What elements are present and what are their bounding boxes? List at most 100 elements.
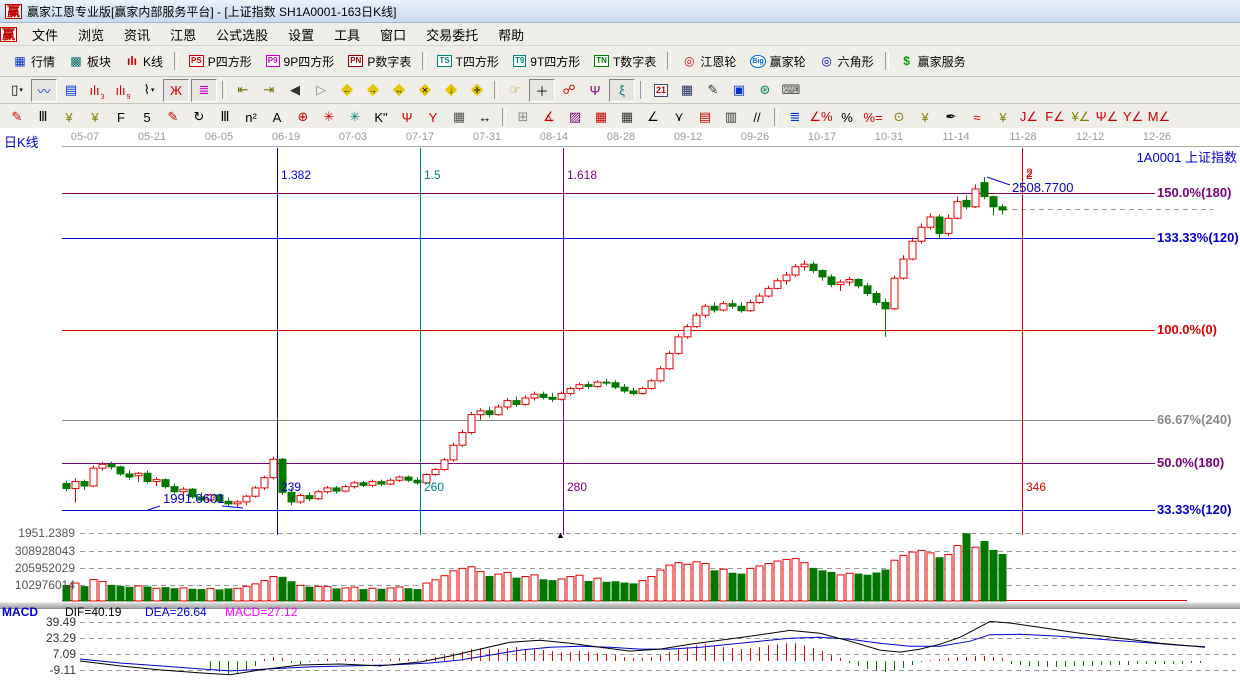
menu-item-窗口[interactable]: 窗口: [370, 28, 416, 43]
f-angle-button[interactable]: F∠: [1043, 107, 1067, 128]
skip-start-button-button[interactable]: ⇤: [231, 80, 255, 101]
web-button-button[interactable]: ⊛: [753, 80, 777, 101]
calculator-button-button[interactable]: ▦: [675, 80, 699, 101]
diamond-hscale-button[interactable]: ◆ ↔: [387, 80, 411, 101]
annotation-tool-button[interactable]: Ψ: [583, 80, 607, 101]
chart-area[interactable]: 日K线 1A0001 上证指数 05-07 05-21 06-05 06-19 07-0…: [0, 128, 1240, 682]
j-angle-button[interactable]: J∠: [1017, 107, 1041, 128]
toolbar-item-p9-square[interactable]: P9 9P四方形: [259, 49, 341, 73]
kline-style-dropdown-button[interactable]: ▯ ▾: [5, 80, 29, 101]
ying-hatch-button[interactable]: Y: [421, 107, 445, 128]
toolbar-item-gann-wheel[interactable]: ◎ 江恩轮: [675, 49, 743, 73]
diamond-left-button[interactable]: ◆ ←: [335, 80, 359, 101]
mirror-a-button[interactable]: A: [265, 107, 289, 128]
zigzag-tool-button[interactable]: 〰: [31, 78, 57, 102]
gann-f-button[interactable]: F: [109, 107, 133, 128]
hatch-tool-button[interactable]: Ⅲ: [31, 107, 55, 128]
gold-underline-button[interactable]: ¥: [991, 107, 1015, 128]
si-angle-button[interactable]: M∠: [1147, 107, 1171, 128]
angle-percent-button[interactable]: ∠%: [809, 107, 833, 128]
pattern-tool-button[interactable]: Ж: [163, 78, 189, 102]
calendar-button-button[interactable]: 21: [649, 80, 673, 101]
volume-profile-button[interactable]: ≣: [191, 78, 217, 102]
gold-angle-button[interactable]: ¥∠: [1069, 107, 1093, 128]
candle-style-dropdown-button[interactable]: ⌇ ▾: [137, 80, 161, 101]
list-view-button[interactable]: ▤: [59, 80, 83, 101]
toolbar-item-hexagon[interactable]: ◎ 六角形: [813, 49, 881, 73]
menu-item-公式选股[interactable]: 公式选股: [206, 28, 278, 43]
time-circle-button[interactable]: ↻: [187, 107, 211, 128]
grid-dark-2-button[interactable]: ▥: [719, 107, 743, 128]
toolbar-item-sectors[interactable]: ▩ 板块: [62, 49, 118, 73]
k-quote-button[interactable]: K": [369, 107, 393, 128]
menu-item-文件[interactable]: 文件: [22, 28, 68, 43]
notes-button-button[interactable]: ✎: [701, 80, 725, 101]
target-tool-button[interactable]: ⊕: [291, 107, 315, 128]
toolbar-item-t-number-table[interactable]: TN T数字表: [587, 49, 663, 73]
web-red-button[interactable]: ✳: [317, 107, 341, 128]
diamond-close-button[interactable]: ◆ ✕: [413, 80, 437, 101]
menu-item-交易委托[interactable]: 交易委托: [416, 28, 488, 43]
menu-item-工具[interactable]: 工具: [324, 28, 370, 43]
toolbar-item-t-square[interactable]: TS T四方形: [430, 49, 506, 73]
gold-line-button[interactable]: ¥: [913, 107, 937, 128]
toolbar-item-kline[interactable]: ılı K线: [118, 49, 170, 73]
toolbar-item-market-quotes[interactable]: ▦ 行情: [6, 49, 62, 73]
prev-button-button[interactable]: ◀: [283, 80, 307, 101]
ying-angle-button[interactable]: Y∠: [1121, 107, 1145, 128]
skip-end-button-button[interactable]: ⇥: [257, 80, 281, 101]
span-arrows-button[interactable]: ↔: [473, 107, 497, 128]
toolbar-item-winner-wheel[interactable]: Big 赢家轮: [743, 49, 812, 73]
bars-9-button[interactable]: ılı 9: [111, 80, 135, 101]
vee-tool-button[interactable]: ⋎: [667, 107, 691, 128]
trigram-tool-button[interactable]: ≣: [783, 107, 807, 128]
grid-dark-button[interactable]: ▦: [615, 107, 639, 128]
next-button-button[interactable]: ▷: [309, 80, 333, 101]
diamond-down-button[interactable]: ◆ ↓: [439, 80, 463, 101]
shen-angle-button[interactable]: Ψ∠: [1095, 107, 1119, 128]
shen-hatch-button[interactable]: Ψ: [395, 107, 419, 128]
pencil-2-button[interactable]: ✎: [161, 107, 185, 128]
parallel-lines-button[interactable]: //: [745, 107, 769, 128]
save-button-button[interactable]: ▣: [727, 80, 751, 101]
crosshair-tool-button[interactable]: ＋: [529, 78, 555, 102]
toolbar-item-p-square[interactable]: PS P四方形: [182, 49, 259, 73]
fan-purple-button[interactable]: ▨: [563, 107, 587, 128]
toolbar-item-winner-service[interactable]: $ 赢家服务: [893, 49, 973, 73]
ink-pen-button[interactable]: ✒: [939, 107, 963, 128]
workstation-button-button[interactable]: ⌨: [779, 80, 803, 101]
gann-gold-1-button[interactable]: ¥: [57, 107, 81, 128]
toolbar-item-t9-square[interactable]: T9 9T四方形: [506, 49, 587, 73]
position-marker-triangle[interactable]: ▲: [556, 530, 565, 540]
pencil-tool-button[interactable]: ✎: [5, 107, 29, 128]
zoom-tool-button[interactable]: ☍: [557, 80, 581, 101]
pan-hand-tool-button[interactable]: ☞: [503, 80, 527, 101]
spiral-5-button[interactable]: 5: [135, 107, 159, 128]
web-teal-button[interactable]: ✳: [343, 107, 367, 128]
bars-3-button[interactable]: ılı 3: [85, 80, 109, 101]
grid-corner-button[interactable]: ⊞: [511, 107, 535, 128]
fan-red-button[interactable]: ∡: [537, 107, 561, 128]
formula-tool-button[interactable]: ξ: [609, 78, 635, 102]
menu-item-帮助[interactable]: 帮助: [488, 28, 534, 43]
menu-item-江恩[interactable]: 江恩: [160, 28, 206, 43]
gann-gold-2-button[interactable]: ¥: [83, 107, 107, 128]
n2-tool-button[interactable]: n²: [239, 107, 263, 128]
diamond-vscale-button[interactable]: ◆ ✛: [465, 80, 489, 101]
menu-item-资讯[interactable]: 资讯: [114, 28, 160, 43]
menu-item-设置[interactable]: 设置: [278, 28, 324, 43]
grid-red-2-button[interactable]: ▤: [693, 107, 717, 128]
chart-canvas[interactable]: [0, 128, 1240, 682]
grid-red-button[interactable]: ▦: [589, 107, 613, 128]
grid-123-button[interactable]: ▦: [447, 107, 471, 128]
diamond-right-button[interactable]: ◆ →: [361, 80, 385, 101]
menu-item-浏览[interactable]: 浏览: [68, 28, 114, 43]
percent-tool-button[interactable]: %: [835, 107, 859, 128]
hatch-2-button[interactable]: Ⅲ: [213, 107, 237, 128]
wave-red-button[interactable]: ≈: [965, 107, 989, 128]
price-floor-label: 1951.2389: [18, 526, 75, 540]
angle-tool-button[interactable]: ∠: [641, 107, 665, 128]
toolbar-item-p-number-table[interactable]: PN P数字表: [341, 49, 418, 73]
percent-lines-button[interactable]: %=: [861, 107, 885, 128]
gold-circle-button[interactable]: ⊙: [887, 107, 911, 128]
